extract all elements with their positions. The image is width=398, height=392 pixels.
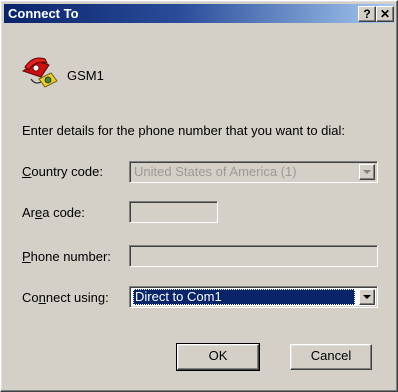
label-accesskey: n xyxy=(38,290,46,305)
country-code-value: United States of America (1) xyxy=(134,164,297,179)
country-code-dropdown-button[interactable] xyxy=(359,164,375,180)
label-part: hone number: xyxy=(30,249,111,264)
window-title: Connect To xyxy=(8,6,79,21)
connect-using-value: Direct to Com1 xyxy=(133,289,355,305)
label-part: a code: xyxy=(42,205,85,220)
connect-using-dropdown-button[interactable] xyxy=(359,289,375,305)
connect-using-label: Connect using: xyxy=(22,290,109,306)
title-bar[interactable]: Connect To ? ✕ xyxy=(4,4,394,23)
connection-name: GSM1 xyxy=(67,68,104,83)
area-code-label: Area code: xyxy=(22,205,85,221)
area-code-field[interactable] xyxy=(129,201,218,223)
phone-icon xyxy=(21,57,58,88)
phone-number-label: Phone number: xyxy=(22,249,111,265)
cancel-button[interactable]: Cancel xyxy=(290,344,372,370)
country-code-select[interactable]: United States of America (1) xyxy=(129,161,378,183)
help-button[interactable]: ? xyxy=(358,6,376,22)
label-accesskey: C xyxy=(22,164,32,179)
label-part: nect using: xyxy=(45,290,109,305)
label-part: ountry code: xyxy=(31,164,103,179)
label-part: Co xyxy=(22,290,39,305)
phone-number-field[interactable] xyxy=(129,245,378,267)
chevron-down-icon xyxy=(363,170,371,174)
label-accesskey: P xyxy=(22,249,31,264)
connect-to-dialog: Connect To ? ✕ GSM1 Enter details for th… xyxy=(0,0,398,392)
ok-button[interactable]: OK xyxy=(176,343,260,371)
instructions-text: Enter details for the phone number that … xyxy=(22,123,346,138)
chevron-down-icon xyxy=(363,295,371,299)
connect-using-select[interactable]: Direct to Com1 xyxy=(129,286,378,308)
close-button[interactable]: ✕ xyxy=(376,6,394,22)
label-part: Ar xyxy=(22,205,35,220)
country-code-label: Country code: xyxy=(22,164,103,180)
